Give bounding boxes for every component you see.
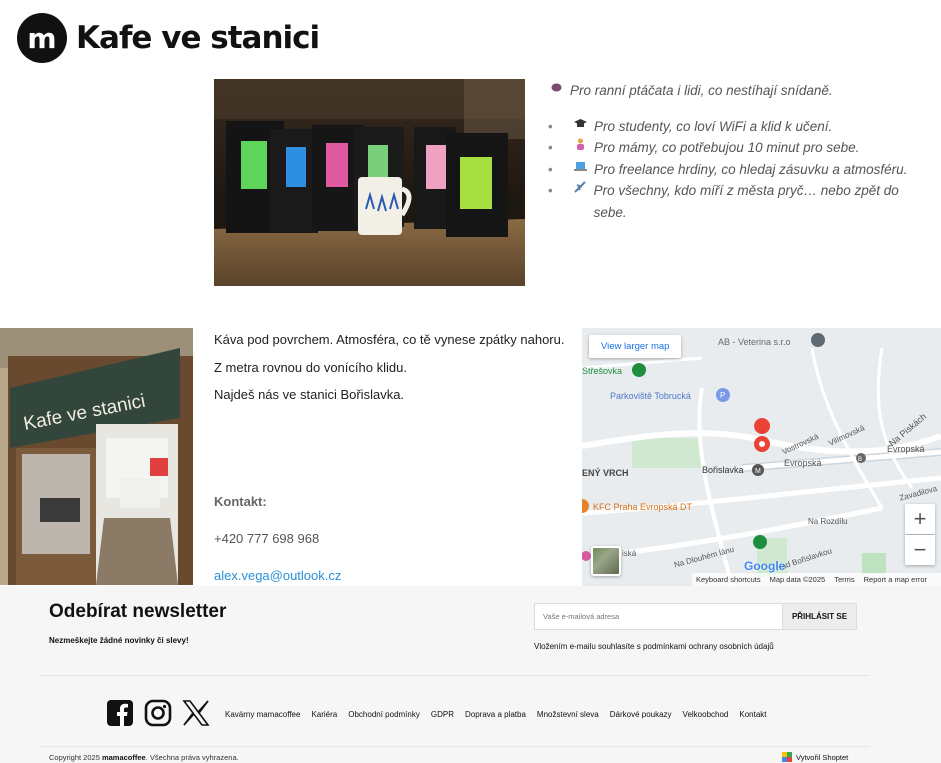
google-logo: Google xyxy=(744,559,786,573)
footer-link[interactable]: Kariéra xyxy=(311,710,337,719)
map-label: Evropská xyxy=(784,458,822,468)
info-line: Káva pod povrchem. Atmosféra, co tě vyne… xyxy=(214,332,565,347)
audience-item: Pro freelance hrdiny, co hledaj zásuvku … xyxy=(548,159,928,181)
terms-link[interactable]: Terms xyxy=(834,575,854,584)
map-canvas[interactable]: AB - Veterina s.r.o Střešovka Parkoviště… xyxy=(582,328,941,586)
footer-links: Kavárny mamacoffee Kariéra Obchodní podm… xyxy=(225,710,767,719)
zoom-in-button[interactable]: + xyxy=(905,504,935,534)
map-label: iská xyxy=(622,549,637,558)
laptop-icon xyxy=(572,159,588,181)
facebook-icon[interactable] xyxy=(106,699,134,727)
zoom-out-button[interactable]: − xyxy=(905,535,935,565)
metro-badge: M xyxy=(755,468,761,475)
footer-link[interactable]: Velkoobchod xyxy=(683,710,729,719)
view-larger-map-link[interactable]: View larger map xyxy=(589,335,682,358)
coffee-bags-photo xyxy=(214,79,525,286)
copyright-brand-link[interactable]: mamacoffee xyxy=(102,753,146,762)
contact-title: Kontakt: xyxy=(214,494,267,509)
brand-title[interactable]: Kafe ve stanici xyxy=(76,20,320,56)
shoptet-icon xyxy=(782,752,792,762)
audience-item: Pro všechny, kdo míří z města pryč… nebo… xyxy=(548,180,928,223)
map-label: Střešovka xyxy=(582,366,622,376)
copyright: Copyright 2025 mamacoffee. Všechna práva… xyxy=(49,753,239,762)
map-label: Na Rozdílu xyxy=(808,517,848,526)
newsletter-form: PŘIHLÁSIT SE xyxy=(534,603,857,630)
audience-item: Pro mámy, co potřebujou 10 minut pro seb… xyxy=(548,137,928,159)
parking-badge: P xyxy=(720,391,725,400)
map-label: Bořislavka xyxy=(702,465,744,475)
mother-icon xyxy=(572,137,588,159)
storefront-photo: Kafe ve stanici xyxy=(0,328,193,585)
footer-link[interactable]: Doprava a platba xyxy=(465,710,526,719)
footer-link[interactable]: Kavárny mamacoffee xyxy=(225,710,300,719)
email-link[interactable]: alex.vega@outlook.cz xyxy=(214,568,341,583)
info-line: Z metra rovnou do vonícího klidu. xyxy=(214,359,407,375)
location-info: Káva pod povrchem. Atmosféra, co tě vyne… xyxy=(214,331,580,414)
consent-text: Vložením e-mailu souhlasíte s podmínkami… xyxy=(534,642,774,651)
subscribe-button[interactable]: PŘIHLÁSIT SE xyxy=(783,603,857,630)
x-icon[interactable] xyxy=(182,699,210,727)
shoptet-credit[interactable]: Vytvořil Shoptet xyxy=(782,752,848,762)
coffee-bean-icon xyxy=(548,80,564,102)
audience-list: Pro ranní ptáčata i lidi, co nestíhají s… xyxy=(548,80,928,223)
footer-link[interactable]: Množstevní sleva xyxy=(537,710,599,719)
footer-link[interactable]: GDPR xyxy=(431,710,454,719)
email-input[interactable] xyxy=(534,603,783,630)
map-label: Parkoviště Tobrucká xyxy=(610,391,691,401)
satellite-toggle[interactable] xyxy=(591,546,621,576)
audience-item: Pro studenty, co loví WiFi a klid k učen… xyxy=(548,116,928,138)
map-label: ENÝ VRCH xyxy=(582,467,629,478)
site-header: m Kafe ve stanici xyxy=(17,13,320,63)
social-links xyxy=(106,699,210,727)
map-label: AB - Veterina s.r.o xyxy=(718,337,791,347)
map-label: KFC Praha Evropská DT xyxy=(593,502,693,512)
divider xyxy=(40,675,870,676)
logo-icon[interactable]: m xyxy=(17,13,67,63)
report-error-link[interactable]: Report a map error xyxy=(864,575,927,584)
graduation-cap-icon xyxy=(572,116,588,138)
map-data-text: Map data ©2025 xyxy=(769,575,826,584)
footer-link[interactable]: Dárkové poukazy xyxy=(610,710,672,719)
keyboard-shortcuts-link[interactable]: Keyboard shortcuts xyxy=(696,575,761,584)
footer-link[interactable]: Kontakt xyxy=(739,710,766,719)
newsletter-subtitle: Nezmeškejte žádné novinky či slevy! xyxy=(49,636,189,645)
info-line: Najdeš nás ve stanici Bořislavka. xyxy=(214,387,405,402)
phone-number[interactable]: +420 777 698 968 xyxy=(214,531,319,546)
footer-link[interactable]: Obchodní podmínky xyxy=(348,710,420,719)
map-poi-icon xyxy=(753,535,767,549)
bus-badge: B xyxy=(858,457,862,463)
instagram-icon[interactable] xyxy=(144,699,172,727)
embedded-map[interactable]: AB - Veterina s.r.o Střešovka Parkoviště… xyxy=(582,328,941,586)
newsletter-title: Odebírat newsletter xyxy=(49,601,227,622)
site-footer: Odebírat newsletter Nezmeškejte žádné no… xyxy=(0,586,941,763)
airplane-icon xyxy=(572,180,588,223)
audience-lead: Pro ranní ptáčata i lidi, co nestíhají s… xyxy=(548,80,928,102)
divider xyxy=(40,746,870,747)
map-footer: Keyboard shortcuts Map data ©2025 Terms … xyxy=(692,573,941,586)
